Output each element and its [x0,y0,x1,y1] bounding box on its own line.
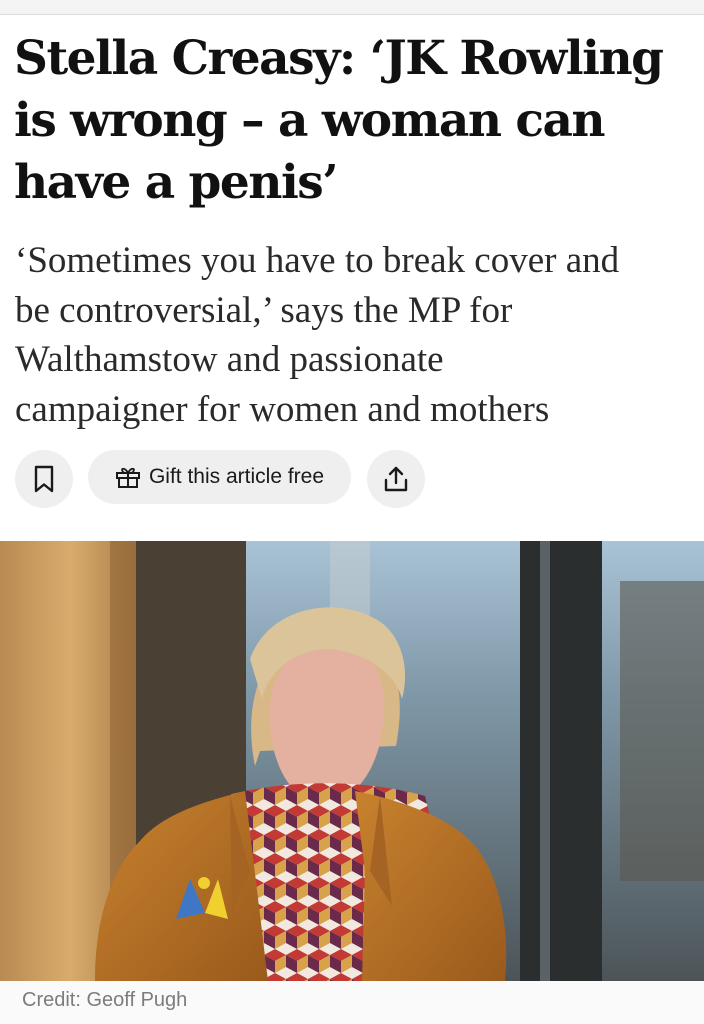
share-icon [383,465,409,493]
photo-credit-bar: Credit: Geoff Pugh [0,981,704,1024]
article-photo [0,541,704,981]
gift-article-label: Gift this article free [148,465,325,488]
standfirst-line: campaigner for women and mothers [15,388,550,430]
share-button[interactable] [367,450,425,508]
headline-line: Stella Creasy: ‘JK Rowling [14,31,664,86]
standfirst-line: be controversial,’ says the MP for [15,289,513,331]
gift-icon [115,465,141,489]
standfirst-line: Walthamstow and passionate [15,339,444,380]
article-standfirst: ‘Sometimes you have to break cover and b… [15,236,699,434]
headline-line: is wrong – a woman can [14,93,606,148]
standfirst-line: ‘Sometimes you have to break cover and [15,240,620,281]
bookmark-button[interactable] [15,450,73,508]
headline-line: have a penis’ [14,155,339,210]
article-headline: Stella Creasy: ‘JK Rowling is wrong – a … [14,28,694,214]
photo-credit: Credit: Geoff Pugh [22,989,188,1011]
top-browser-strip [0,0,704,15]
gift-article-button[interactable]: Gift this article free [88,450,351,504]
bookmark-icon [32,465,56,493]
